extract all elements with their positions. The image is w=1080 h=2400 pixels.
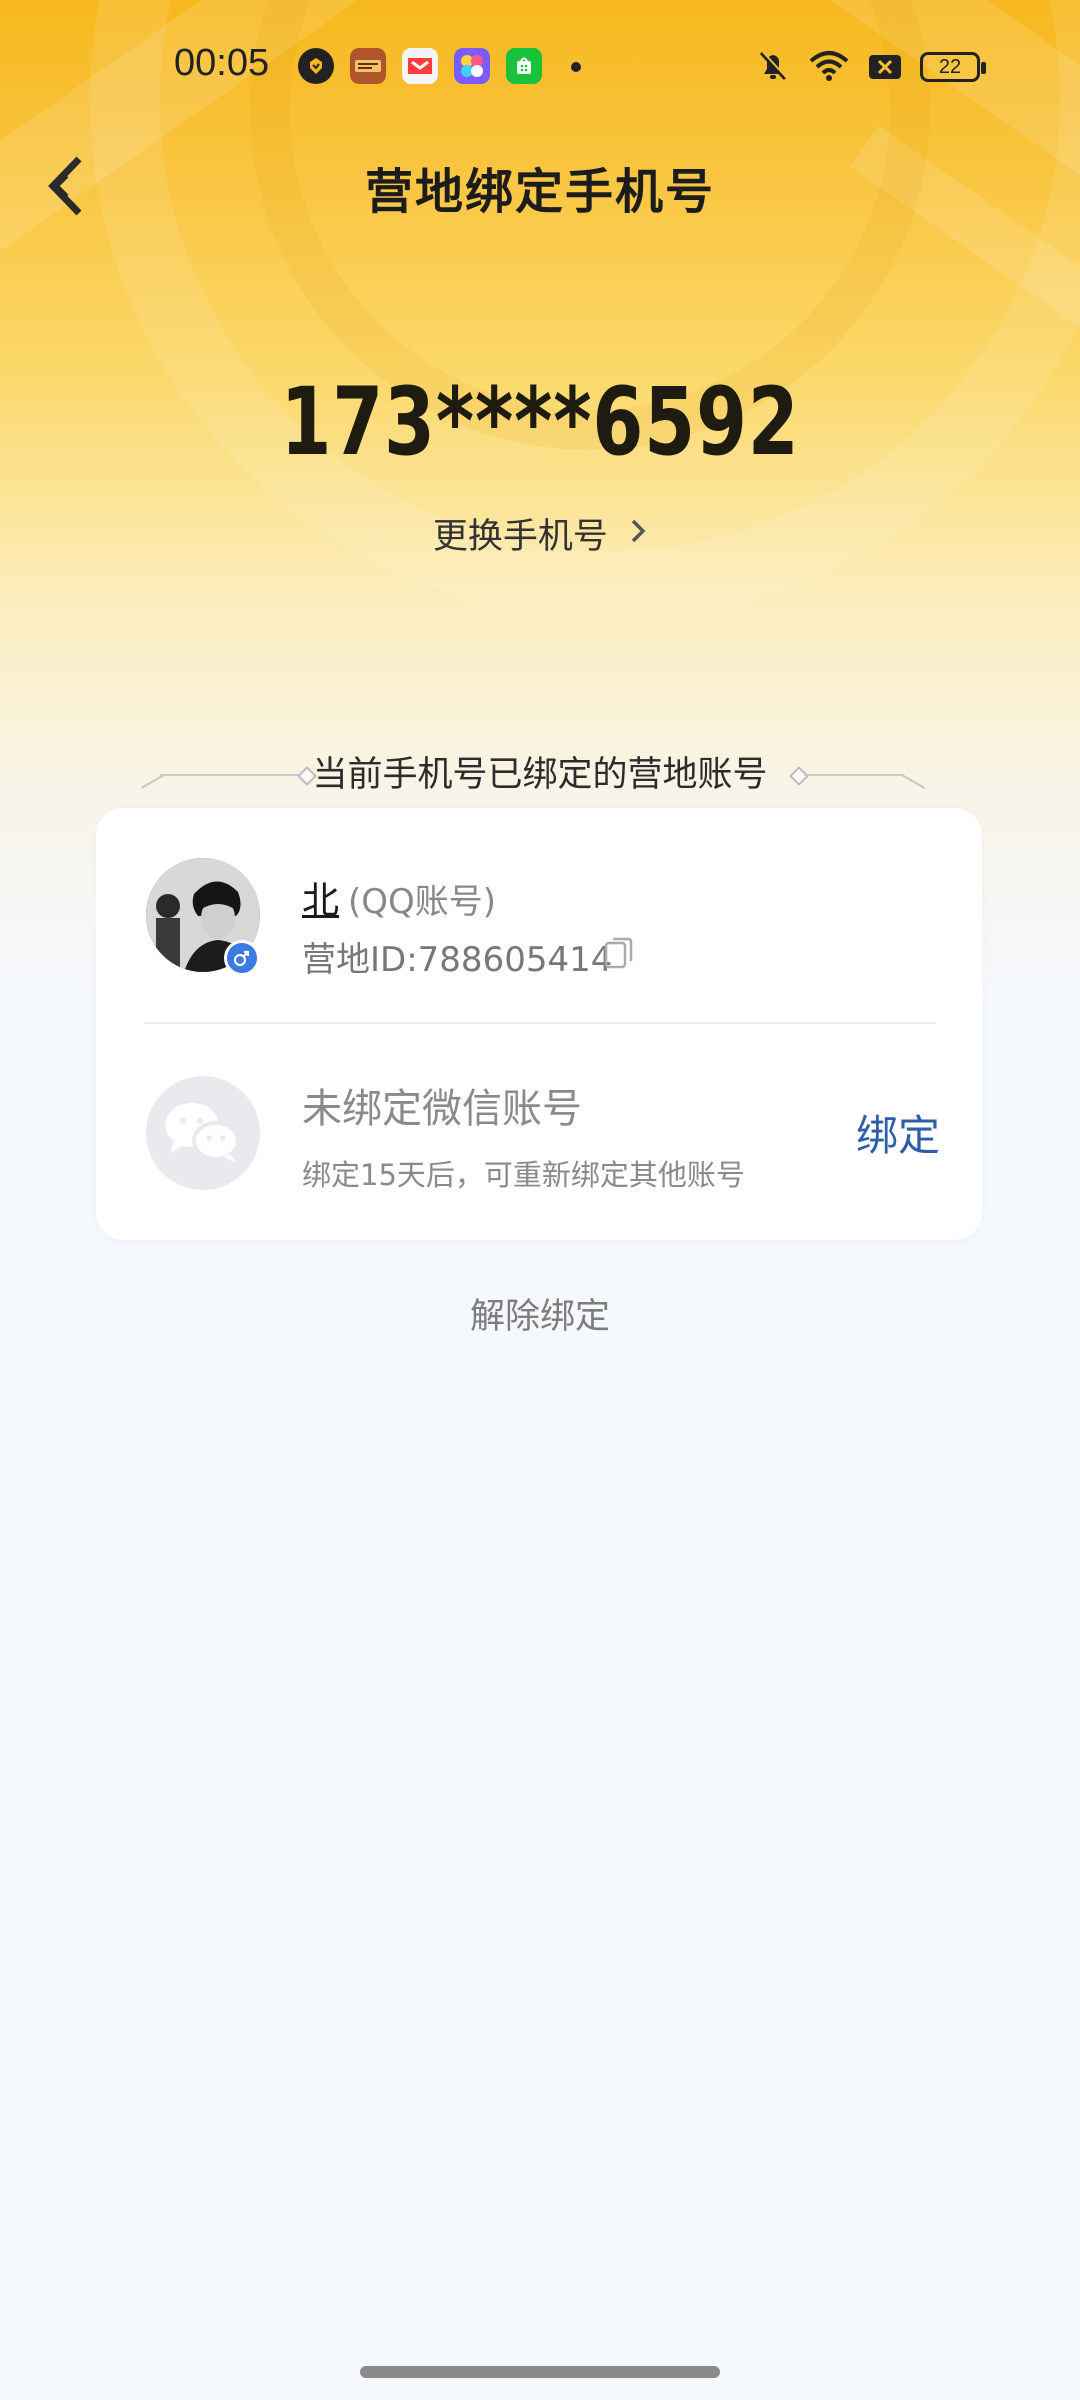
game-app-icon (350, 48, 386, 84)
divider-line (804, 774, 904, 776)
video-app-icon (402, 48, 438, 84)
section-header: 当前手机号已绑定的营地账号 (130, 748, 950, 802)
more-notifications-dot (571, 62, 581, 72)
wechat-unbound-title: 未绑定微信账号 (302, 1086, 582, 1132)
camp-id: 营地ID:788605414 (302, 940, 613, 980)
mute-bell-icon (754, 47, 792, 85)
bind-wechat-button[interactable]: 绑定 (840, 1102, 940, 1163)
page-title: 营地绑定手机号 (364, 164, 715, 220)
change-phone-label: 更换手机号 (432, 517, 608, 557)
card-divider (144, 1022, 936, 1024)
status-time: 00:05 (174, 42, 270, 84)
status-bar: 00:05 22 (0, 0, 1080, 135)
battery-icon: 22 (920, 52, 986, 82)
wifi-icon (808, 47, 849, 85)
store-app-icon (506, 48, 542, 84)
wechat-rebind-note: 绑定15天后，可重新绑定其他账号 (302, 1158, 745, 1192)
male-icon (224, 940, 260, 976)
bound-accounts-card: 北 (QQ账号) 营地ID:788605414 未绑定微信账号 绑定15天后，可… (96, 808, 982, 1240)
copy-icon[interactable] (601, 932, 637, 972)
chevron-right-icon (629, 515, 647, 555)
home-indicator[interactable] (360, 2366, 720, 2378)
masked-phone-number: 173****6592 (280, 368, 800, 477)
account-type-label: (QQ账号) (348, 882, 497, 922)
unbind-button[interactable]: 解除绑定 (0, 1288, 1080, 1339)
photo-app-icon (454, 48, 490, 84)
change-phone-link[interactable]: 更换手机号 (0, 508, 1080, 559)
sim-blocked-icon (866, 47, 904, 85)
account-nickname: 北 (302, 879, 339, 922)
wechat-icon (146, 1076, 260, 1190)
app-badge-icon (298, 48, 334, 84)
